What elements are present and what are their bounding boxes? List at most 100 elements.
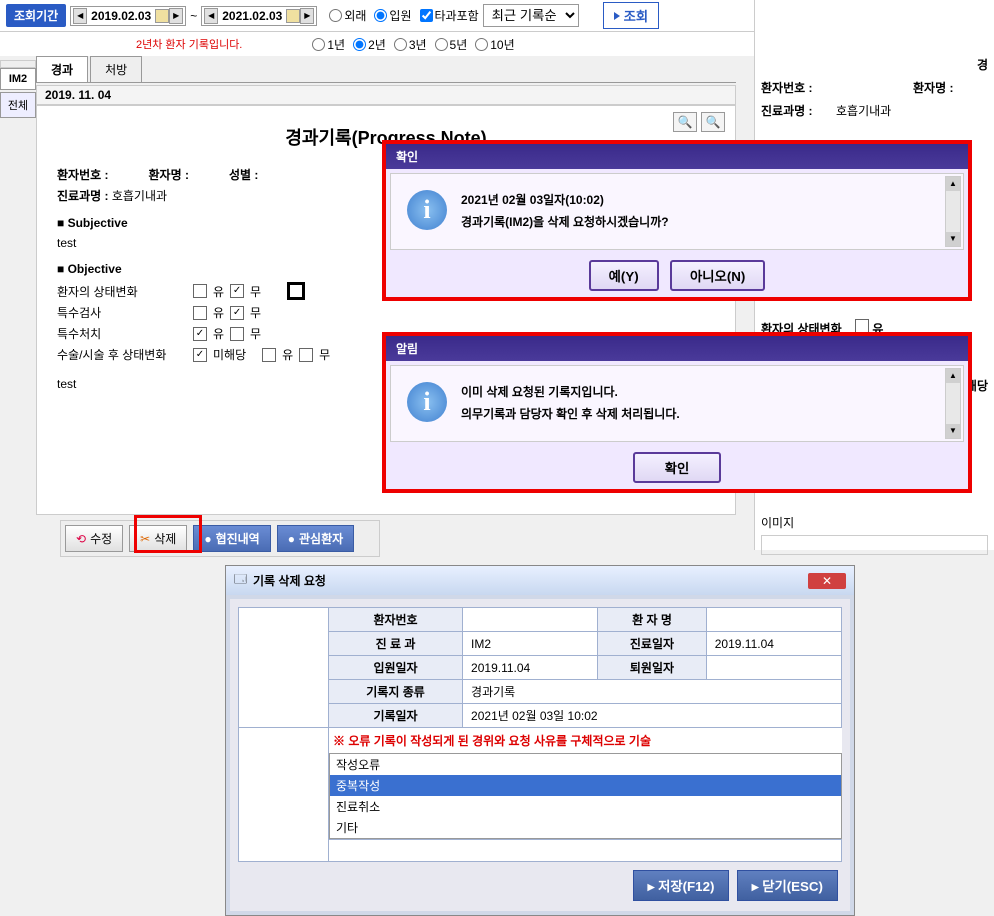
chk-yu-4[interactable]	[262, 348, 276, 362]
rp-ptno-label: 환자번호 :	[761, 79, 836, 96]
reason-item-1[interactable]: 작성오류	[330, 754, 841, 775]
date-from-prev[interactable]: ◀	[73, 8, 87, 24]
side-label-content: 삭제 요청 내용	[239, 608, 329, 728]
scroll-up-icon[interactable]: ▲	[946, 369, 960, 383]
reason-note: ※ 오류 기록이 작성되게 된 경위와 요청 사유를 구체적으로 기술	[329, 728, 842, 753]
close-button[interactable]: ✕	[808, 573, 846, 589]
chk-mu-3[interactable]	[230, 327, 244, 341]
v-admdate: 2019.11.04	[463, 656, 598, 680]
date-to-box: ◀ 2021.02.03 ▶	[201, 6, 317, 26]
special-tx-label: 특수처치	[57, 325, 187, 342]
visit-type-group: 외래 입원 타과포함	[329, 7, 478, 24]
confirm-modal-title: 확인	[386, 144, 968, 169]
date-from-box: ◀ 2019.02.03 ▶	[70, 6, 186, 26]
scroll-up-icon[interactable]: ▲	[946, 177, 960, 191]
interest-button[interactable]: ●관심환자	[277, 525, 354, 552]
h-ptname: 환 자 명	[598, 608, 707, 632]
h-recdate: 기록일자	[329, 704, 463, 728]
play-icon	[614, 12, 620, 20]
info-icon: i	[407, 190, 447, 230]
radio-2yr[interactable]: 2년	[353, 36, 386, 53]
chk-mu-2[interactable]: ✓	[230, 306, 244, 320]
ok-button[interactable]: 확인	[633, 452, 722, 483]
alert-modal-body: i 이미 삭제 요청된 기록지입니다. 의무기록과 담당자 확인 후 삭제 처리…	[390, 365, 964, 442]
date-to-next[interactable]: ▶	[300, 8, 314, 24]
rp-title: 경	[761, 56, 988, 73]
tab-im2[interactable]: IM2	[0, 68, 36, 90]
tab-all[interactable]: 전체	[0, 92, 36, 118]
delete-body: 삭제 요청 내용 환자번호 환 자 명 진 료 과 IM2 진료일자 2019.…	[226, 595, 854, 915]
radio-5yr[interactable]: 5년	[435, 36, 468, 53]
v-ptno	[463, 608, 598, 632]
no-button[interactable]: 아니오(N)	[670, 260, 765, 291]
v-ptname	[706, 608, 841, 632]
chk-yu-2[interactable]	[193, 306, 207, 320]
radio-10yr[interactable]: 10년	[475, 36, 514, 53]
chk-mu-1[interactable]: ✓	[230, 284, 244, 298]
radio-1yr[interactable]: 1년	[312, 36, 345, 53]
year-radios: 1년 2년 3년 5년 10년	[312, 36, 514, 53]
date-from[interactable]: 2019.02.03	[87, 9, 155, 23]
reason-text-input[interactable]	[329, 840, 842, 862]
date-to[interactable]: 2021.02.03	[218, 9, 286, 23]
dept-label: 진료과명 :	[57, 189, 109, 203]
side-label-reason: 삭제 요청 사유	[239, 728, 329, 862]
radio-outpatient[interactable]: 외래	[329, 7, 366, 24]
sort-select[interactable]: 최근 기록순	[483, 4, 579, 27]
confirm-modal: 확인 i 2021년 02월 03일자(10:02) 경과기록(IM2)을 삭제…	[382, 140, 972, 301]
tilde: ~	[190, 9, 197, 23]
chk-yu-1[interactable]	[193, 284, 207, 298]
scroll-down-icon[interactable]: ▼	[946, 424, 960, 438]
calendar-icon[interactable]	[155, 9, 169, 23]
rp-dept-val: 호흡기내과	[836, 102, 891, 119]
special-exam-label: 특수검사	[57, 304, 187, 321]
v-disdate	[706, 656, 841, 680]
status-change-label: 환자의 상태변화	[57, 283, 187, 300]
reason-list[interactable]: 작성오류 중복작성 진료취소 기타	[329, 753, 842, 839]
date-from-next[interactable]: ▶	[169, 8, 183, 24]
reason-item-3[interactable]: 진료취소	[330, 796, 841, 817]
reason-item-2[interactable]: 중복작성	[330, 775, 841, 796]
consult-button[interactable]: ●협진내역	[193, 525, 270, 552]
chk-mu-4[interactable]	[299, 348, 313, 362]
calendar-icon[interactable]	[286, 9, 300, 23]
tab-progress[interactable]: 경과	[36, 56, 88, 82]
chk-yu-3[interactable]: ✓	[193, 327, 207, 341]
search-button[interactable]: 조회	[603, 2, 660, 29]
rp-chk-yu[interactable]	[855, 319, 869, 333]
reason-cell: ※ 오류 기록이 작성되게 된 경위와 요청 사유를 구체적으로 기술 작성오류…	[329, 728, 842, 840]
delete-window-buttons: 저장(F12) 닫기(ESC)	[238, 862, 842, 903]
alert-line1: 이미 삭제 요청된 기록지입니다.	[461, 382, 680, 404]
v-dept: IM2	[463, 632, 598, 656]
radio-inpatient[interactable]: 입원	[374, 7, 411, 24]
scrollbar[interactable]: ▲▼	[945, 368, 961, 439]
radio-3yr[interactable]: 3년	[394, 36, 427, 53]
yes-button[interactable]: 예(Y)	[589, 260, 659, 291]
chk-row-2: 특수검사 유 ✓무	[57, 304, 715, 321]
pt-no-label: 환자번호 :	[57, 168, 109, 182]
postop-label: 수술/시술 후 상태변화	[57, 346, 187, 363]
chk-other-dept[interactable]: 타과포함	[420, 7, 479, 24]
delete-window-title: 기록 삭제 요청	[253, 572, 326, 589]
pt-name-label: 환자명 :	[149, 168, 189, 182]
refresh-icon: ⟲	[76, 532, 86, 546]
h-disdate: 퇴원일자	[598, 656, 707, 680]
scroll-down-icon[interactable]: ▼	[946, 232, 960, 246]
close-esc-button[interactable]: 닫기(ESC)	[737, 870, 838, 901]
delete-info-table: 삭제 요청 내용 환자번호 환 자 명 진 료 과 IM2 진료일자 2019.…	[238, 607, 842, 862]
edit-button[interactable]: ⟲수정	[65, 525, 123, 552]
date-to-prev[interactable]: ◀	[204, 8, 218, 24]
tab-rx[interactable]: 처방	[90, 56, 142, 82]
chk-na-4[interactable]: ✓	[193, 348, 207, 362]
window-icon: 🗔	[234, 570, 247, 591]
reason-item-4[interactable]: 기타	[330, 817, 841, 838]
rp-dept-label: 진료과명 :	[761, 102, 836, 119]
zoom-in-button[interactable]: 🔍	[673, 112, 697, 132]
dot-icon: ●	[288, 532, 295, 546]
tab-spacer	[0, 60, 36, 68]
zoom-out-button[interactable]: 🔍	[701, 112, 725, 132]
record-date-header: 2019. 11. 04	[36, 85, 736, 105]
alert-modal: 알림 i 이미 삭제 요청된 기록지입니다. 의무기록과 담당자 확인 후 삭제…	[382, 332, 972, 493]
scrollbar[interactable]: ▲▼	[945, 176, 961, 247]
save-button[interactable]: 저장(F12)	[633, 870, 730, 901]
